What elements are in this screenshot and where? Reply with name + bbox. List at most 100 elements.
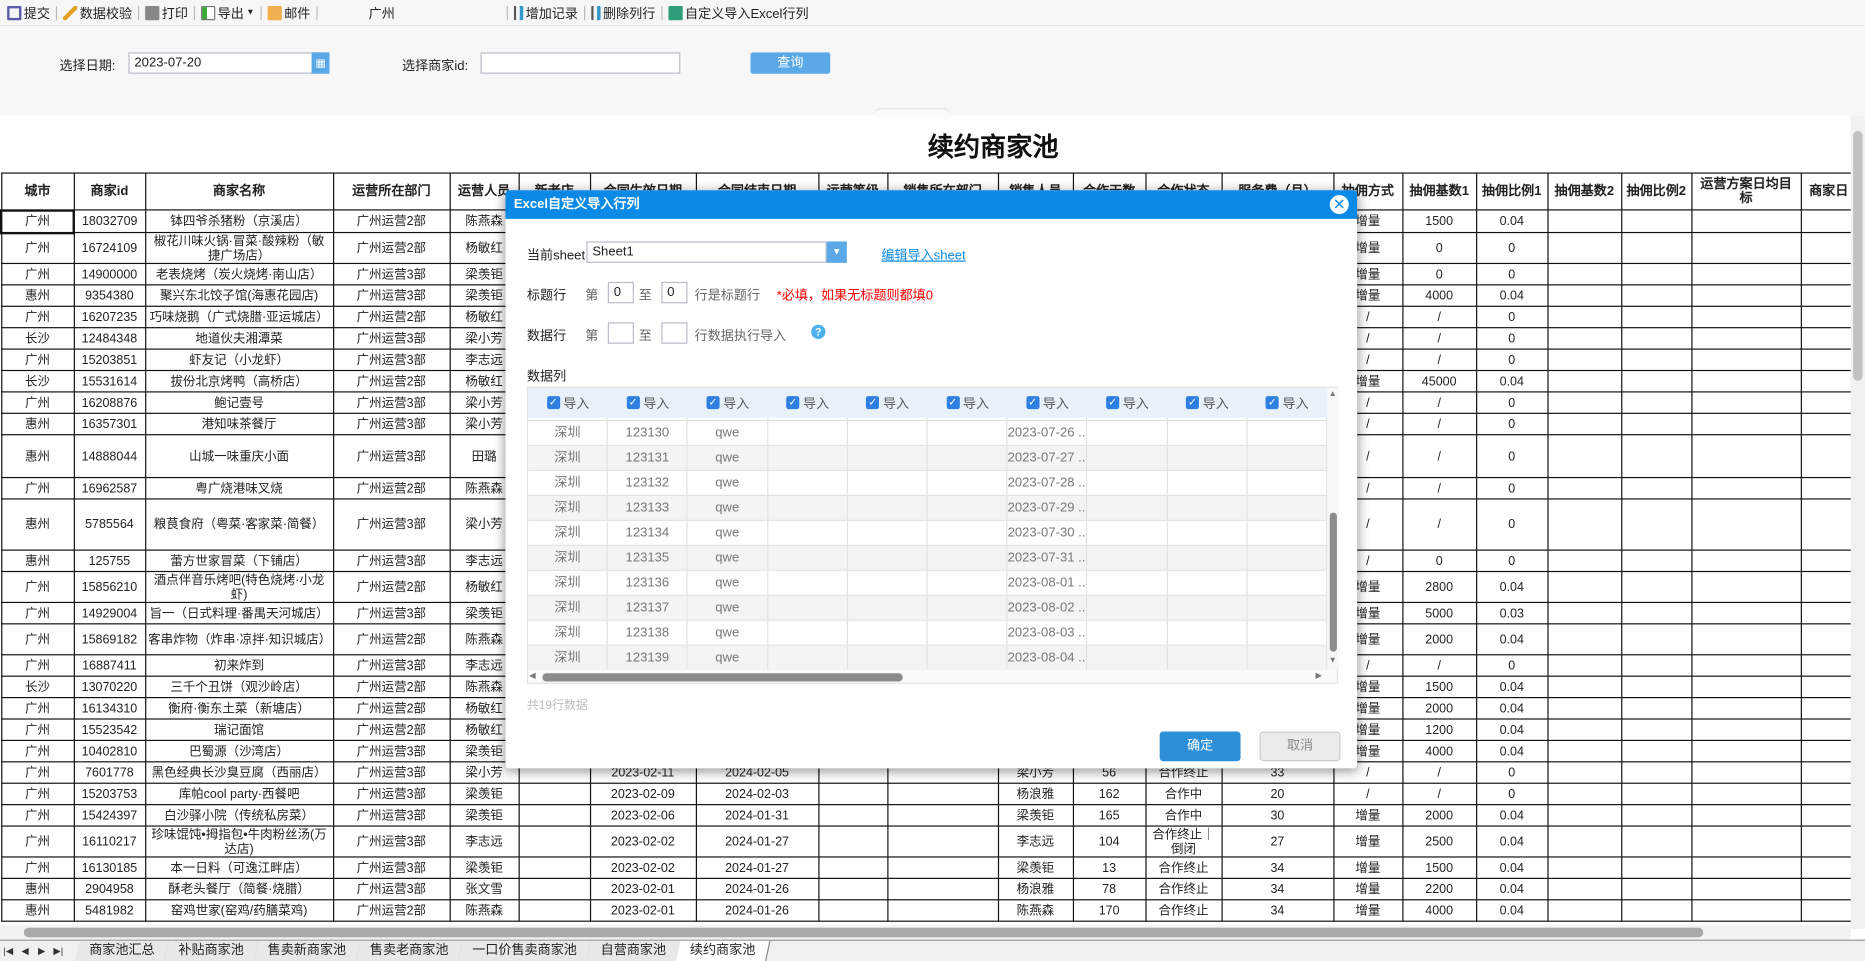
table-cell[interactable] xyxy=(1800,434,1858,479)
table-cell[interactable]: 2023-02-02 xyxy=(589,856,697,879)
calendar-icon[interactable]: ▦ xyxy=(311,52,330,74)
import-column-checkbox[interactable]: ✓ 导入 xyxy=(1008,388,1088,418)
checkbox-checked-icon[interactable]: ✓ xyxy=(866,396,880,410)
sheet-select[interactable]: Sheet1 xyxy=(586,241,827,263)
table-cell[interactable]: / xyxy=(1401,782,1477,806)
table-cell[interactable] xyxy=(1620,476,1692,500)
table-cell[interactable]: 增量 xyxy=(1332,856,1403,879)
table-cell[interactable]: 125755 xyxy=(73,549,146,573)
table-cell[interactable]: 广州运营3部 xyxy=(332,877,451,901)
table-cell[interactable]: 0.04 xyxy=(1475,856,1549,879)
table-cell[interactable] xyxy=(1690,825,1802,858)
table-cell[interactable]: 广州运营3部 xyxy=(332,262,451,286)
table-cell[interactable]: 0 xyxy=(1475,476,1549,500)
table-cell[interactable]: 合作终止｜倒闭 xyxy=(1144,825,1223,858)
scroll-right-icon[interactable]: ▶ xyxy=(1315,671,1321,680)
table-cell[interactable]: 窑鸡世家(窑鸡/药膳菜鸡) xyxy=(144,899,334,922)
table-cell[interactable] xyxy=(1800,782,1858,806)
validate-button[interactable]: 数据校验 xyxy=(58,1,137,25)
prev-sheet-icon[interactable]: ◀ xyxy=(17,941,34,961)
table-cell[interactable]: 广州 xyxy=(0,262,75,286)
data-row-to-input[interactable] xyxy=(661,322,688,344)
table-cell[interactable] xyxy=(1546,804,1622,827)
table-cell[interactable] xyxy=(1690,391,1802,414)
table-cell[interactable]: 34 xyxy=(1220,856,1334,879)
table-cell[interactable] xyxy=(1690,498,1802,551)
table-cell[interactable] xyxy=(1690,739,1802,763)
table-cell[interactable]: 三千个丑饼（观沙岭店） xyxy=(144,675,334,699)
table-cell[interactable]: 陈燕森 xyxy=(449,899,520,922)
table-cell[interactable]: 合作终止 xyxy=(1144,899,1223,922)
table-cell[interactable]: 10402810 xyxy=(73,739,146,763)
table-cell[interactable] xyxy=(1690,209,1802,234)
table-cell[interactable] xyxy=(886,899,999,922)
table-cell[interactable] xyxy=(1620,231,1692,265)
table-cell[interactable] xyxy=(1800,804,1858,827)
table-cell[interactable] xyxy=(1800,549,1858,573)
checkbox-checked-icon[interactable]: ✓ xyxy=(1185,396,1200,410)
table-cell[interactable]: 15523542 xyxy=(73,718,146,742)
table-cell[interactable]: 5785564 xyxy=(73,498,146,551)
table-cell[interactable]: 4000 xyxy=(1401,899,1477,922)
table-cell[interactable]: 15203851 xyxy=(73,348,146,372)
table-cell[interactable]: 27 xyxy=(1220,825,1334,858)
table-cell[interactable]: 广州运营3部 xyxy=(332,761,451,784)
table-cell[interactable]: 拔份北京烤鸭（高桥店） xyxy=(144,369,334,393)
table-cell[interactable]: 4000 xyxy=(1401,284,1477,307)
table-cell[interactable]: 0.03 xyxy=(1475,601,1549,625)
last-sheet-icon[interactable]: ▶| xyxy=(50,941,67,961)
table-cell[interactable]: 16134310 xyxy=(73,696,146,720)
table-cell[interactable]: / xyxy=(1401,348,1477,372)
submit-button[interactable]: 提交 xyxy=(2,1,54,25)
table-cell[interactable]: 广州运营3部 xyxy=(332,825,451,858)
table-cell[interactable] xyxy=(886,856,999,879)
table-cell[interactable]: 老表烧烤（炭火烧烤·南山店） xyxy=(144,262,334,286)
table-cell[interactable]: 0 xyxy=(1401,231,1477,265)
table-cell[interactable]: 1500 xyxy=(1401,856,1477,879)
table-cell[interactable]: 0 xyxy=(1401,549,1477,573)
import-column-checkbox[interactable]: ✓ 导入 xyxy=(768,388,848,418)
table-cell[interactable] xyxy=(1546,675,1622,699)
table-cell[interactable] xyxy=(1690,696,1802,720)
table-cell[interactable] xyxy=(1620,262,1692,286)
table-cell[interactable] xyxy=(1546,696,1622,720)
table-cell[interactable]: 165 xyxy=(1072,804,1146,827)
table-cell[interactable]: 16887411 xyxy=(73,654,146,677)
chevron-down-icon[interactable]: ▼ xyxy=(826,241,847,263)
table-cell[interactable]: 2023-02-06 xyxy=(589,804,697,827)
table-cell[interactable]: / xyxy=(1401,498,1477,551)
table-cell[interactable] xyxy=(1690,654,1802,677)
table-cell[interactable] xyxy=(1546,623,1622,656)
table-cell[interactable] xyxy=(517,782,591,806)
table-cell[interactable] xyxy=(817,804,888,827)
table-cell[interactable]: 14929004 xyxy=(73,601,146,625)
table-cell[interactable]: 13070220 xyxy=(73,675,146,699)
table-cell[interactable] xyxy=(1546,899,1622,922)
edit-sheet-link[interactable]: 编辑导入sheet xyxy=(881,245,965,264)
table-cell[interactable] xyxy=(1620,804,1692,827)
table-cell[interactable]: 2000 xyxy=(1401,623,1477,656)
table-cell[interactable]: / xyxy=(1401,305,1477,329)
table-cell[interactable] xyxy=(1800,498,1858,551)
table-cell[interactable] xyxy=(1800,209,1858,234)
table-cell[interactable]: 惠州 xyxy=(0,284,75,307)
table-cell[interactable]: 16207235 xyxy=(73,305,146,329)
table-cell[interactable]: 170 xyxy=(1072,899,1146,922)
query-button[interactable]: 查询 xyxy=(750,52,831,74)
table-cell[interactable] xyxy=(1546,231,1622,265)
import-column-checkbox[interactable]: ✓ 导入 xyxy=(928,388,1008,418)
table-cell[interactable] xyxy=(1620,782,1692,806)
export-button[interactable]: 导出 ▼ xyxy=(196,1,259,25)
table-cell[interactable]: 广州 xyxy=(0,696,75,720)
table-cell[interactable]: 长沙 xyxy=(0,327,75,350)
table-cell[interactable] xyxy=(1546,761,1622,784)
checkbox-checked-icon[interactable]: ✓ xyxy=(1106,396,1120,410)
table-cell[interactable]: 2024-02-03 xyxy=(695,782,819,806)
table-cell[interactable]: 梁羡钜 xyxy=(449,856,520,879)
table-cell[interactable]: 20 xyxy=(1220,782,1334,806)
table-cell[interactable] xyxy=(1690,877,1802,901)
table-cell[interactable]: 合作终止 xyxy=(1144,877,1223,901)
table-cell[interactable] xyxy=(1800,696,1858,720)
table-cell[interactable]: 增量 xyxy=(1332,877,1403,901)
table-cell[interactable]: 15856210 xyxy=(73,570,146,604)
